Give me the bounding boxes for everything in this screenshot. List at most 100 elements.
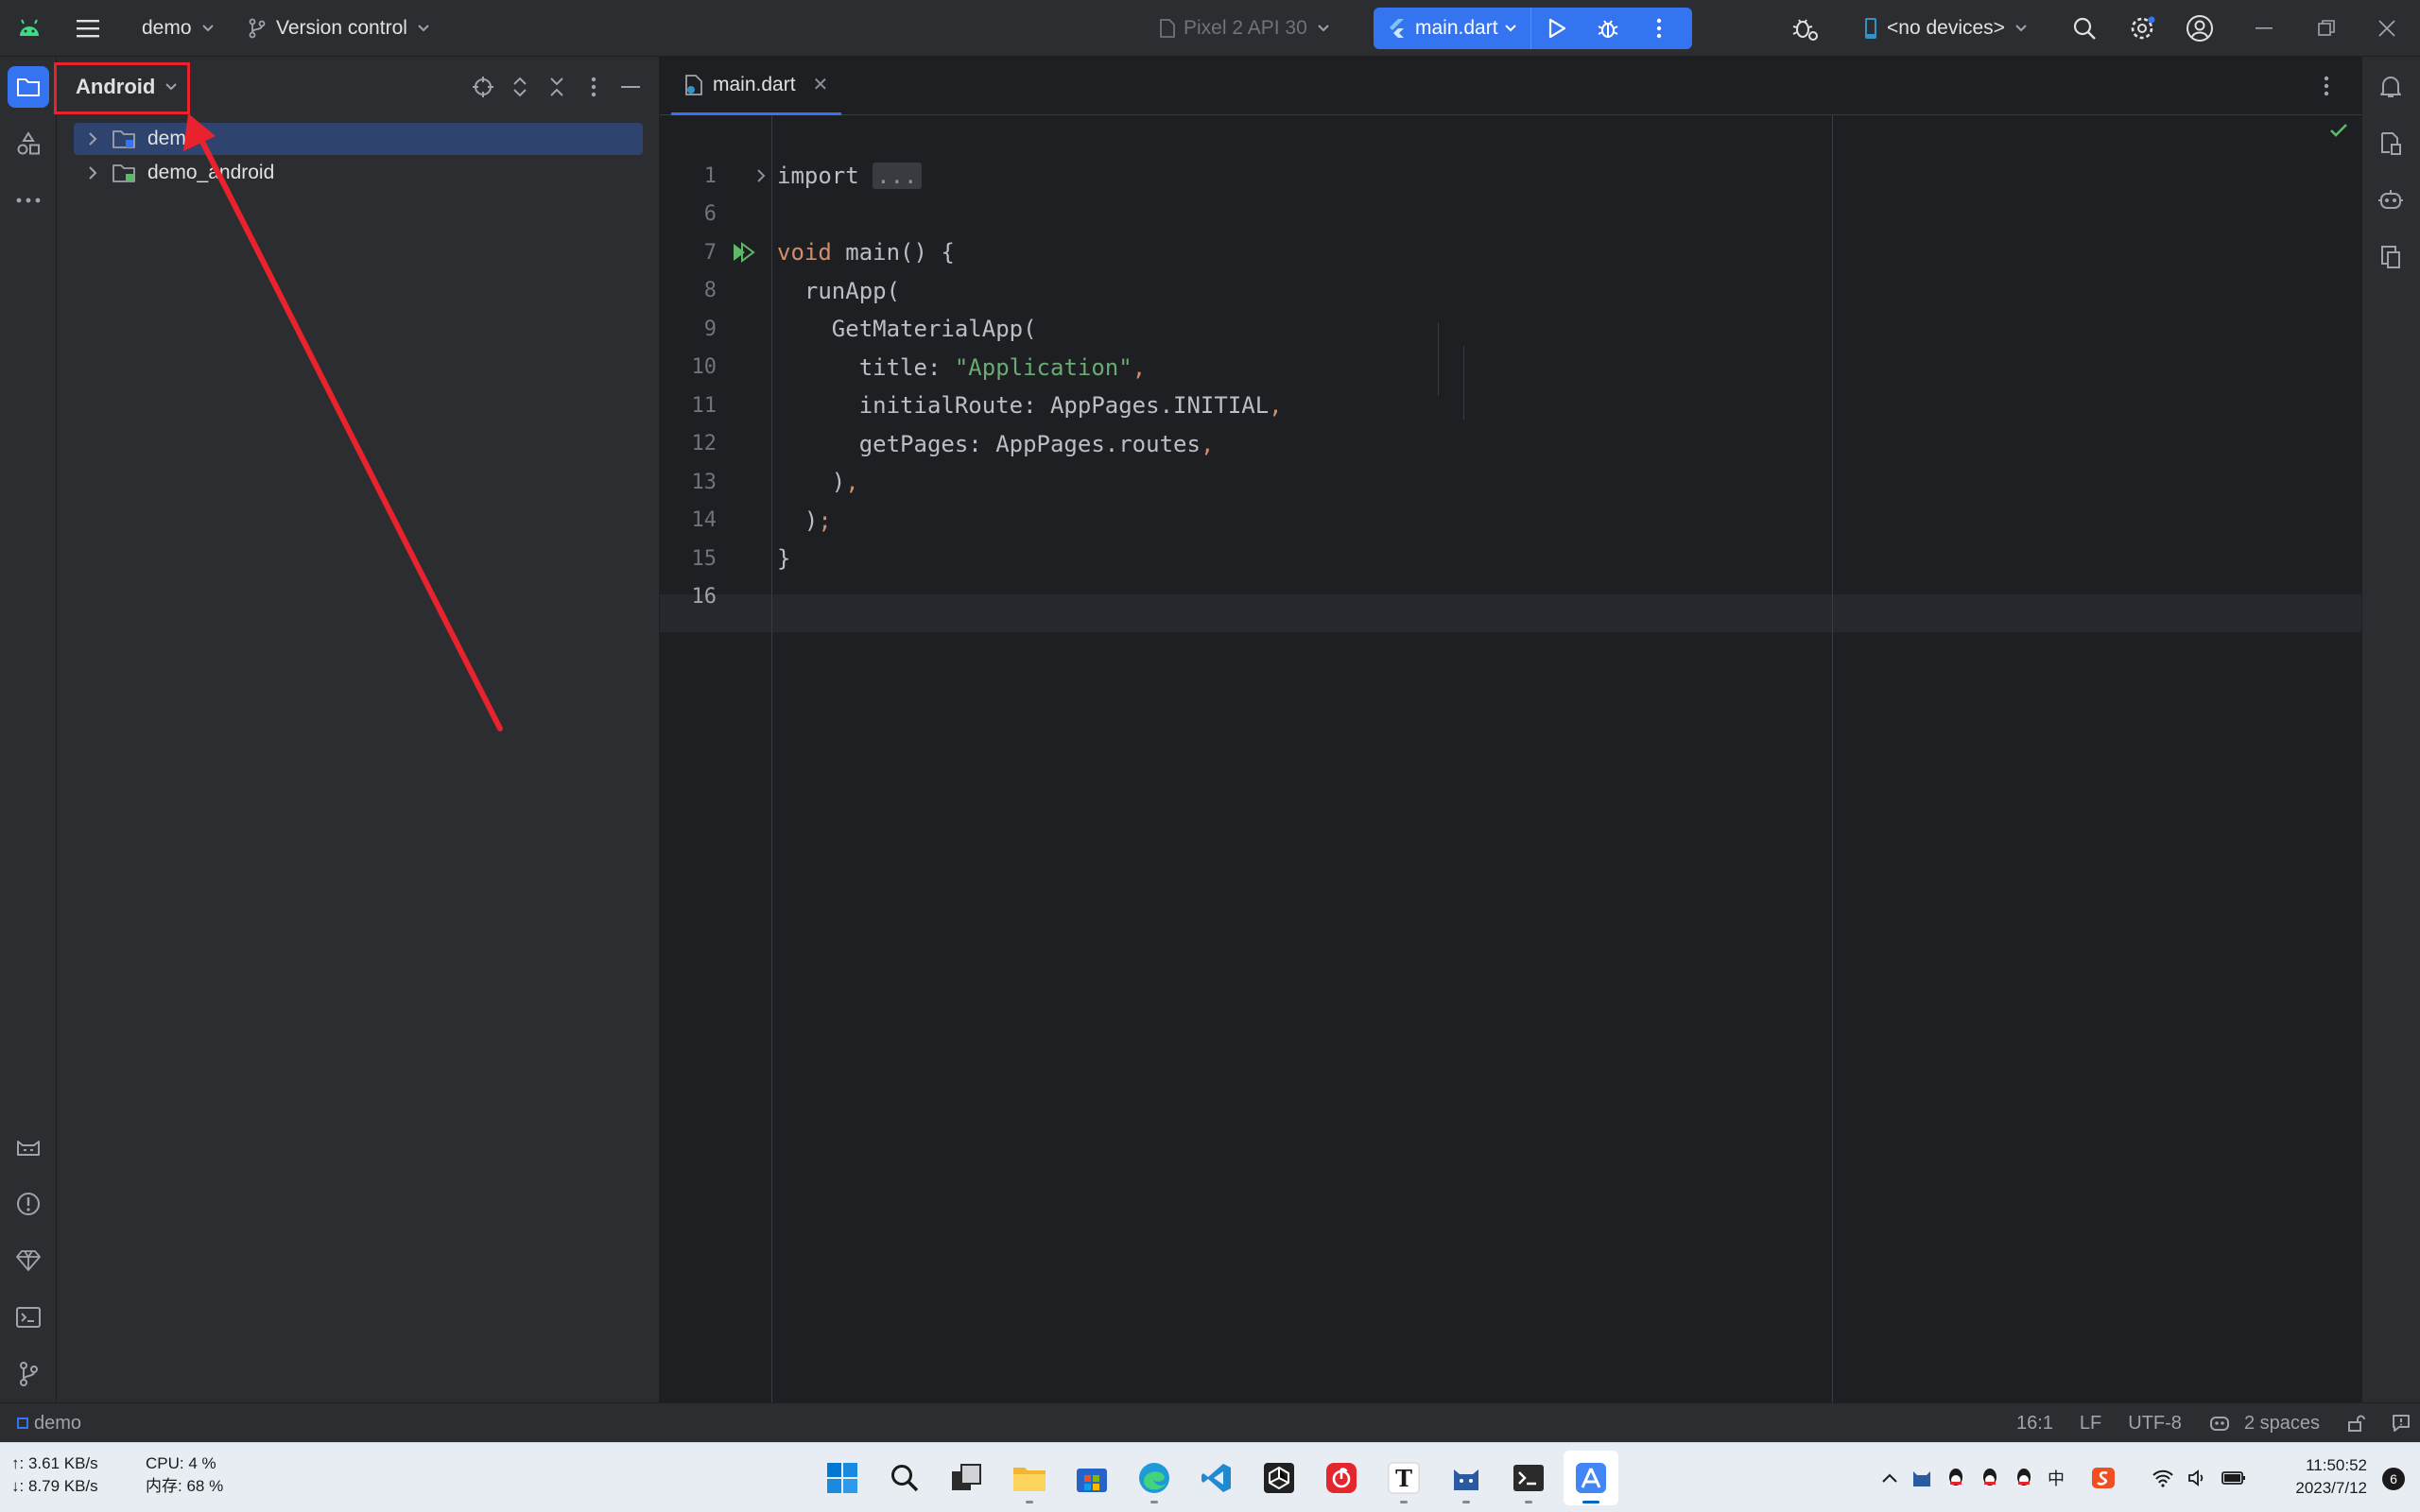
locate-file-button[interactable] <box>464 68 501 106</box>
code-line[interactable]: 14 ); <box>660 502 1832 540</box>
typora-app[interactable]: T <box>1376 1451 1431 1505</box>
tree-item-demo[interactable]: demo <box>74 123 643 155</box>
close-tab-icon[interactable]: ✕ <box>813 73 829 96</box>
line-separator[interactable]: LF <box>2080 1413 2101 1435</box>
unlock-icon[interactable] <box>2346 1414 2365 1433</box>
main-menu-icon[interactable] <box>76 0 100 57</box>
terminal-button[interactable] <box>8 1297 49 1338</box>
restore-button[interactable] <box>2318 0 2335 57</box>
code-line[interactable]: 10 title: "Application", <box>660 349 1832 387</box>
tree-item-demo-android[interactable]: demo_android <box>74 157 643 189</box>
app-inspection-button[interactable] <box>1790 0 1819 57</box>
file-encoding[interactable]: UTF-8 <box>2128 1413 2182 1435</box>
code-line[interactable]: 15} <box>660 540 1832 577</box>
account-button[interactable] <box>2186 0 2214 57</box>
running-devices-button[interactable] <box>2370 236 2411 278</box>
close-button[interactable] <box>2378 0 2395 57</box>
tray-cat-icon[interactable] <box>1911 1468 1932 1488</box>
chevron-right-icon[interactable] <box>74 165 112 180</box>
tree-item-label: demo <box>147 128 198 149</box>
device-file-explorer-button[interactable] <box>2370 123 2411 164</box>
edge-browser-app[interactable] <box>1127 1451 1182 1505</box>
code-line[interactable]: 16 <box>660 578 1832 616</box>
breadcrumb[interactable]: demo <box>17 1403 81 1443</box>
code-line[interactable]: 7 void main() { <box>660 233 1832 271</box>
input-method-indicator[interactable]: 中 <box>2048 1466 2065 1490</box>
task-view-button[interactable] <box>940 1451 994 1505</box>
vscode-app[interactable] <box>1189 1451 1244 1505</box>
netease-music-app[interactable] <box>1314 1451 1369 1505</box>
module-folder-icon <box>112 129 140 149</box>
ai-assistant-icon[interactable] <box>2208 1414 2231 1433</box>
battery-icon[interactable] <box>2221 1470 2246 1486</box>
line-number: 1 <box>703 163 717 188</box>
event-log-icon[interactable] <box>2392 1414 2411 1433</box>
tab-main-dart[interactable]: main.dart ✕ <box>671 57 842 115</box>
logcat-app[interactable] <box>1439 1451 1494 1505</box>
project-tool-button[interactable] <box>8 66 49 108</box>
volume-icon[interactable] <box>2187 1469 2208 1487</box>
no-problems-check-icon <box>2329 123 2348 143</box>
panel-options-button[interactable] <box>575 68 612 106</box>
qq-icon[interactable] <box>1945 1467 1966 1489</box>
taskbar-search-button[interactable] <box>877 1451 932 1505</box>
run-gutter-icon[interactable] <box>717 242 771 263</box>
clock[interactable]: 11:50:52 2023/7/12 <box>2295 1454 2367 1500</box>
notification-count-badge[interactable]: 6 <box>2382 1468 2405 1490</box>
expand-all-button[interactable] <box>501 68 538 106</box>
git-button[interactable] <box>8 1353 49 1395</box>
code-token: } <box>777 545 791 572</box>
start-button[interactable] <box>815 1451 870 1505</box>
breadcrumb-label: demo <box>34 1412 82 1434</box>
fold-expand-icon[interactable] <box>717 168 771 183</box>
sogou-input-icon[interactable] <box>2091 1467 2116 1489</box>
code-line[interactable]: 1 import ... <box>660 157 1832 195</box>
terminal-app[interactable] <box>1501 1451 1556 1505</box>
app-quality-insights-button[interactable] <box>8 1240 49 1281</box>
gemini-button[interactable] <box>2370 180 2411 221</box>
resource-manager-button[interactable] <box>8 123 49 164</box>
code-line[interactable]: 8 runApp( <box>660 272 1832 310</box>
run-configuration-selector[interactable]: main.dart <box>1374 8 1531 49</box>
device-mirror-icon <box>2381 246 2400 268</box>
collapse-icon <box>549 77 563 96</box>
collapse-all-button[interactable] <box>538 68 575 106</box>
hide-panel-button[interactable] <box>612 68 648 106</box>
file-explorer-app[interactable] <box>1002 1451 1057 1505</box>
shapes-icon <box>17 131 40 155</box>
qq-icon[interactable] <box>1979 1467 2000 1489</box>
notifications-button[interactable] <box>2370 66 2411 108</box>
code-line[interactable]: 9 GetMaterialApp( <box>660 310 1832 348</box>
code-text: getPages: AppPages.routes, <box>777 431 1215 457</box>
chevron-right-icon[interactable] <box>74 131 112 146</box>
logcat-button[interactable] <box>8 1126 49 1168</box>
version-control-menu[interactable]: Version control <box>248 0 430 57</box>
run-button[interactable] <box>1531 8 1582 49</box>
debug-button[interactable] <box>1582 8 1634 49</box>
device-selector[interactable]: Pixel 2 API 30 <box>1159 0 1330 57</box>
android-studio-app[interactable] <box>1564 1451 1618 1505</box>
device-manager-selector[interactable]: <no devices> <box>1864 0 2028 57</box>
qq-icon[interactable] <box>2014 1467 2034 1489</box>
code-line[interactable]: 11 initialRoute: AppPages.INITIAL, <box>660 387 1832 424</box>
vscode-icon <box>1201 1464 1231 1492</box>
unity-app[interactable] <box>1252 1451 1306 1505</box>
indent-setting[interactable]: 2 spaces <box>2244 1413 2320 1435</box>
code-line[interactable]: 6 <box>660 196 1832 233</box>
project-selector[interactable]: demo <box>142 0 215 57</box>
microsoft-store-app[interactable] <box>1064 1451 1119 1505</box>
code-line[interactable]: 13 ), <box>660 463 1832 501</box>
show-hidden-icons-button[interactable] <box>1881 1472 1898 1484</box>
minimize-button[interactable] <box>2256 0 2273 57</box>
more-actions-button[interactable] <box>1634 8 1685 49</box>
more-tools-button[interactable] <box>8 180 49 221</box>
settings-button[interactable] <box>2129 0 2155 57</box>
running-indicator <box>1525 1501 1532 1503</box>
problems-button[interactable] <box>8 1183 49 1225</box>
code-line[interactable]: 12 getPages: AppPages.routes, <box>660 425 1832 463</box>
folded-imports[interactable]: ... <box>873 163 922 189</box>
caret-position[interactable]: 16:1 <box>2016 1413 2053 1435</box>
search-button[interactable] <box>2072 0 2097 57</box>
editor-options-button[interactable] <box>2310 70 2342 102</box>
wifi-icon[interactable] <box>2152 1469 2174 1487</box>
